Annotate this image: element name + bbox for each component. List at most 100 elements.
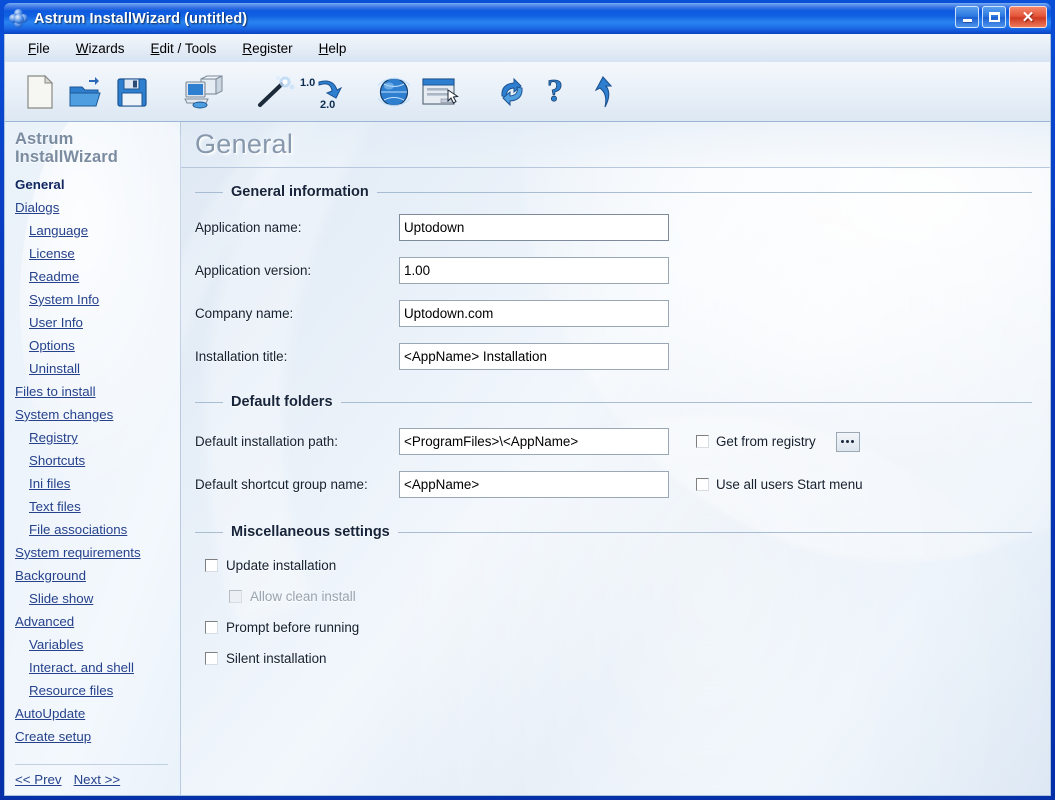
menu-file[interactable]: File [15,38,63,59]
maximize-button[interactable] [982,6,1006,28]
sidebar-item-slide-show[interactable]: Slide show [15,587,180,610]
globe-icon[interactable] [371,69,417,115]
browse-registry-button[interactable] [836,432,860,452]
allow-clean-install-checkbox [229,590,242,603]
sidebar-heading-line2: InstallWizard [15,148,180,166]
close-button[interactable]: ✕ [1009,6,1047,28]
field-row-company-name: Company name: [195,292,1032,335]
sidebar-item-system-requirements[interactable]: System requirements [15,541,180,564]
page-title: General [195,129,293,160]
group-title: Default folders [231,394,333,410]
sidebar-item-license[interactable]: License [15,242,180,265]
sidebar-item-language[interactable]: Language [15,219,180,242]
get-from-registry-label: Get from registry [716,434,816,449]
magic-wand-icon[interactable] [253,69,299,115]
option-row-allow-clean-install: Allow clean install [229,581,1032,612]
sidebar-item-shortcuts[interactable]: Shortcuts [15,449,180,472]
sidebar-item-readme[interactable]: Readme [15,265,180,288]
application-window: Astrum InstallWizard (untitled) ✕ File W… [0,0,1055,800]
question-mark-icon[interactable]: ? [535,69,581,115]
group-line-right [398,532,1032,533]
use-all-users-start-menu-checkbox[interactable] [696,478,709,491]
prompt-before-running-checkbox[interactable] [205,621,218,634]
application-version-input[interactable] [399,257,669,284]
group-line-right [377,192,1032,193]
get-from-registry-row: Get from registry [696,434,816,449]
group-line-right [341,402,1032,403]
field-row-application-name: Application name: [195,206,1032,249]
maximize-icon [989,12,1000,22]
save-floppy-icon[interactable] [109,69,155,115]
update-installation-label: Update installation [226,558,336,573]
sidebar-item-resource-files[interactable]: Resource files [15,679,180,702]
sidebar-item-registry[interactable]: Registry [15,426,180,449]
sidebar-item-file-associations[interactable]: File associations [15,518,180,541]
prev-link[interactable]: << Prev [15,772,62,787]
sidebar-item-general[interactable]: General [15,173,180,196]
sidebar-item-files-to-install[interactable]: Files to install [15,380,180,403]
sidebar-item-system-changes[interactable]: System changes [15,403,180,426]
computer-network-icon[interactable] [181,69,227,115]
menu-wizards[interactable]: Wizards [63,38,138,59]
label-company-name: Company name: [195,306,399,321]
update-installation-checkbox[interactable] [205,559,218,572]
default-installation-path-input[interactable] [399,428,669,455]
title-bar: Astrum InstallWizard (untitled) ✕ [4,3,1051,34]
installation-title-input[interactable] [399,343,669,370]
minimize-icon [963,19,972,22]
sidebar-item-variables[interactable]: Variables [15,633,180,656]
label-application-name: Application name: [195,220,399,235]
menu-help[interactable]: Help [306,38,360,59]
main-body: Astrum InstallWizard General Dialogs Lan… [4,122,1051,796]
svg-text:2.0: 2.0 [320,99,335,110]
group-line-left [195,192,223,193]
flower-logo-icon [9,9,28,28]
sidebar-nav: General Dialogs Language License Readme … [15,173,180,764]
field-row-installation-title: Installation title: [195,335,1032,378]
group-line-left [195,402,223,403]
application-name-input[interactable] [399,214,669,241]
page-header: General [181,122,1050,168]
open-folder-icon[interactable] [63,69,109,115]
sidebar-item-advanced[interactable]: Advanced [15,610,180,633]
use-all-users-start-menu-label: Use all users Start menu [716,477,863,492]
sidebar-item-options[interactable]: Options [15,334,180,357]
group-default-folders: Default folders Default installation pat… [195,392,1032,506]
label-default-installation-path: Default installation path: [195,434,399,449]
sidebar-item-system-info[interactable]: System Info [15,288,180,311]
refresh-arrows-icon[interactable] [489,69,535,115]
group-header: General information [195,182,1032,202]
company-name-input[interactable] [399,300,669,327]
sidebar-item-ini-files[interactable]: Ini files [15,472,180,495]
default-shortcut-group-input[interactable] [399,471,669,498]
sidebar-item-user-info[interactable]: User Info [15,311,180,334]
next-link[interactable]: Next >> [74,772,121,787]
sidebar-item-autoupdate[interactable]: AutoUpdate [15,702,180,725]
option-row-update-installation: Update installation [205,550,1032,581]
sidebar-item-dialogs[interactable]: Dialogs [15,196,180,219]
dialog-preview-icon[interactable] [417,69,463,115]
group-line-left [195,532,223,533]
menu-register[interactable]: Register [229,38,305,59]
sidebar-item-interact-and-shell[interactable]: Interact. and shell [15,656,180,679]
version-upgrade-icon[interactable]: 1.0 2.0 [299,69,345,115]
sidebar-item-create-setup[interactable]: Create setup [15,725,180,748]
svg-text:?: ? [547,75,563,108]
new-document-icon[interactable] [17,69,63,115]
label-installation-title: Installation title: [195,349,399,364]
svg-text:1.0: 1.0 [300,77,315,89]
menu-edit-tools[interactable]: Edit / Tools [138,38,230,59]
sidebar-item-text-files[interactable]: Text files [15,495,180,518]
silent-installation-checkbox[interactable] [205,652,218,665]
sidebar-heading: Astrum InstallWizard [15,130,180,167]
settings-panel: General information Application name: Ap… [181,168,1050,674]
group-title: General information [231,184,369,200]
sidebar-item-uninstall[interactable]: Uninstall [15,357,180,380]
toolbar: 1.0 2.0 [4,62,1051,122]
sidebar: Astrum InstallWizard General Dialogs Lan… [5,122,181,795]
sidebar-item-background[interactable]: Background [15,564,180,587]
minimize-button[interactable] [955,6,979,28]
get-from-registry-checkbox[interactable] [696,435,709,448]
sidebar-footer-nav: << Prev Next >> [15,764,168,787]
run-arrow-icon[interactable] [581,69,627,115]
